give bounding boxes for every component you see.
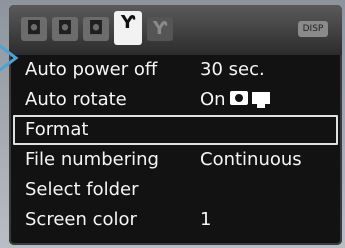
menu-item-auto-rotate[interactable]: Auto rotate On bbox=[9, 85, 342, 115]
computer-icon bbox=[251, 92, 270, 108]
disp-badge: DISP bbox=[298, 21, 328, 37]
menu-item-label: Auto power off bbox=[25, 59, 158, 80]
menu-item-value-group: On bbox=[200, 85, 270, 115]
menu-item-label: Screen color bbox=[25, 209, 137, 230]
setup-menu-tab[interactable]: Ƴ bbox=[114, 11, 142, 45]
camera-icon bbox=[229, 91, 248, 105]
menu-item-select-folder[interactable]: Select folder bbox=[9, 175, 342, 205]
menu-item-label: Format bbox=[25, 119, 89, 140]
menu-item-value: 30 sec. bbox=[200, 59, 265, 80]
tab-glyph-3: ◘ bbox=[88, 18, 104, 39]
setup-icon: Ƴ bbox=[152, 18, 168, 39]
menu-item-value: Continuous bbox=[200, 149, 302, 170]
playback-menu-tab[interactable]: ◘ bbox=[83, 17, 109, 41]
wrench-icon: Ƴ bbox=[120, 12, 136, 33]
menu-item-format[interactable]: Format bbox=[13, 115, 338, 145]
menu-item-label: Auto rotate bbox=[25, 89, 127, 110]
menu-tab-bar: ◘ ◘ ◘ Ƴ Ƴ DISP bbox=[9, 5, 342, 55]
pointer-arrow-icon bbox=[0, 44, 19, 72]
menu-item-label: Select folder bbox=[25, 179, 139, 200]
disp-label: DISP bbox=[302, 24, 324, 34]
camera-lcd-screen: ◘ ◘ ◘ Ƴ Ƴ DISP Auto power off 30 sec. Au… bbox=[9, 5, 342, 245]
menu-item-label: File numbering bbox=[25, 149, 159, 170]
menu-item-file-numbering[interactable]: File numbering Continuous bbox=[9, 145, 342, 175]
camera-frame: ◘ ◘ ◘ Ƴ Ƴ DISP Auto power off 30 sec. Au… bbox=[0, 0, 345, 248]
menu-item-value: 1 bbox=[200, 209, 212, 230]
setup-menu-tab-2[interactable]: Ƴ bbox=[147, 17, 173, 41]
menu-item-auto-power-off[interactable]: Auto power off 30 sec. bbox=[9, 55, 342, 85]
menu-item-value: On bbox=[200, 89, 226, 110]
shooting-menu-tab-1[interactable]: ◘ bbox=[21, 17, 47, 41]
tab-glyph-2: ◘ bbox=[57, 18, 73, 39]
tab-glyph-1: ◘ bbox=[26, 18, 42, 39]
shooting-menu-tab-2[interactable]: ◘ bbox=[52, 17, 78, 41]
menu-item-screen-color[interactable]: Screen color 1 bbox=[9, 205, 342, 235]
